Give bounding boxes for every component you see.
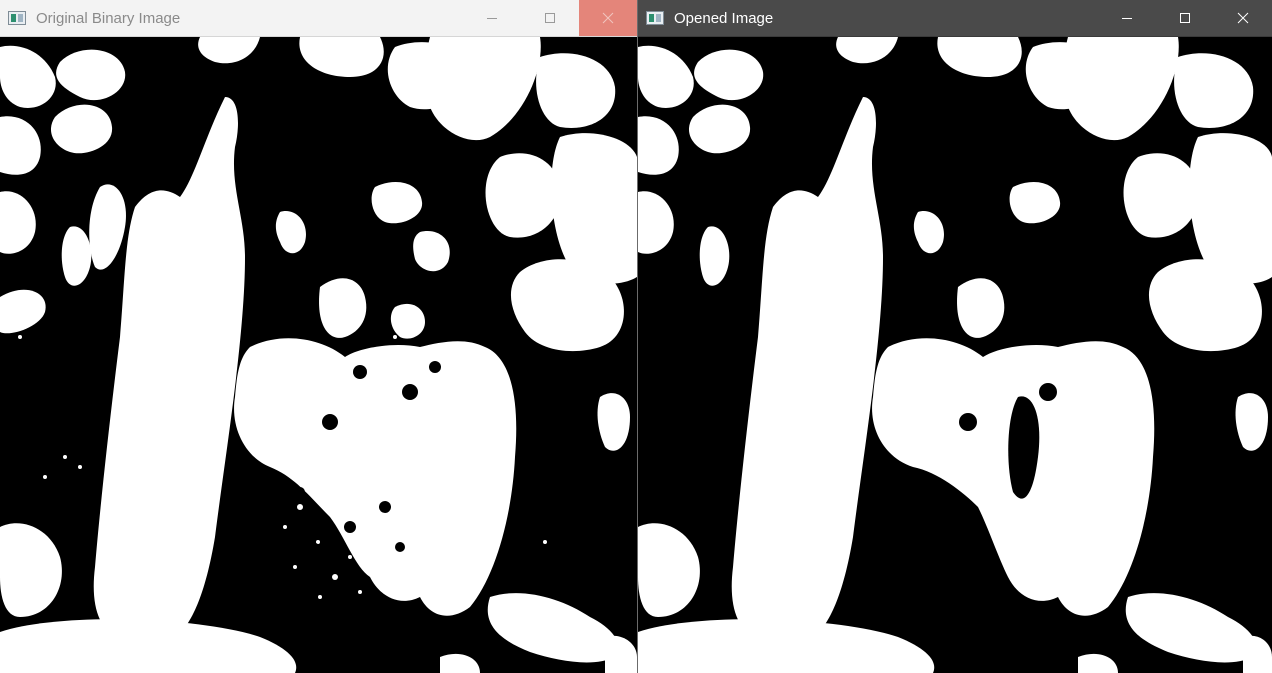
minimize-icon [487, 18, 497, 19]
close-button[interactable] [1214, 0, 1272, 36]
title-bar[interactable]: Original Binary Image [0, 0, 637, 37]
image-canvas[interactable] [0, 37, 637, 673]
maximize-button[interactable] [521, 0, 579, 36]
maximize-icon [1180, 13, 1190, 23]
minimize-button[interactable] [1098, 0, 1156, 36]
maximize-icon [545, 13, 555, 23]
minimize-button[interactable] [463, 0, 521, 36]
app-image-icon [8, 11, 26, 25]
opened-image-window[interactable]: Opened Image [638, 0, 1272, 673]
window-title: Original Binary Image [36, 9, 181, 27]
opened-binary-image [638, 37, 1272, 673]
close-icon [1237, 12, 1249, 24]
close-button[interactable] [579, 0, 637, 36]
binary-image [0, 37, 637, 673]
window-title: Opened Image [674, 9, 774, 27]
title-bar[interactable]: Opened Image [638, 0, 1272, 37]
minimize-icon [1122, 18, 1132, 19]
image-canvas[interactable] [638, 37, 1272, 673]
original-binary-image-window[interactable]: Original Binary Image [0, 0, 637, 673]
close-icon [602, 12, 614, 24]
app-image-icon [646, 11, 664, 25]
maximize-button[interactable] [1156, 0, 1214, 36]
